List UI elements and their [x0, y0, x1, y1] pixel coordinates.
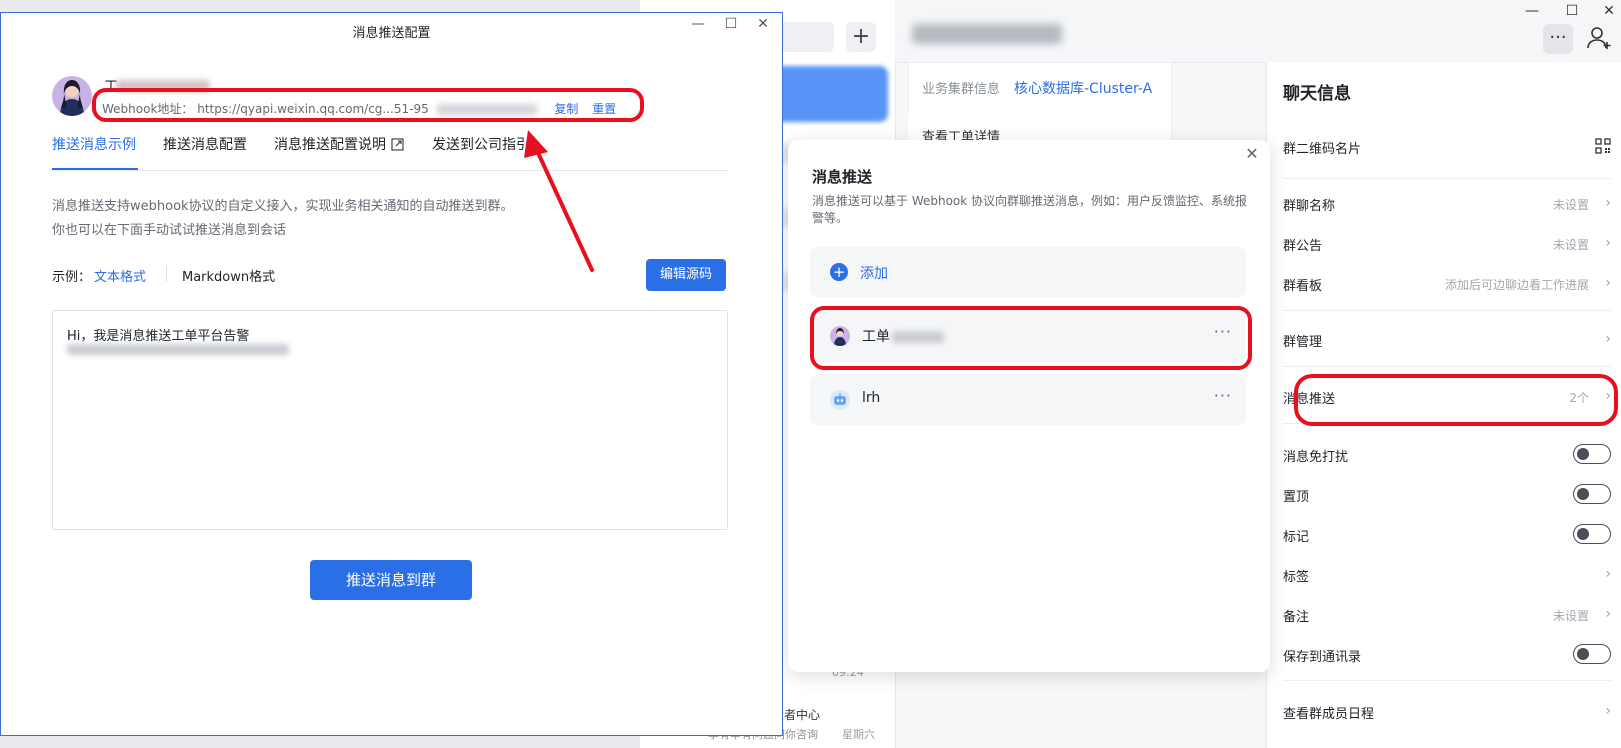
maximize-icon[interactable]: ☐ — [721, 14, 741, 34]
info-row-qr-card[interactable]: 群二维码名片 — [1283, 135, 1611, 159]
external-link-icon — [391, 138, 404, 151]
divider — [166, 266, 167, 282]
plus-circle-icon: + — [830, 263, 848, 281]
annotation-box-webhook-item — [810, 306, 1252, 370]
editor-text: Hi，我是消息推送工单平台告警 — [67, 329, 250, 344]
example-text-format[interactable]: 文本格式 — [94, 266, 146, 285]
row-label: 保存到通讯录 — [1283, 650, 1362, 665]
webhook-name: lrh — [862, 390, 881, 406]
card-link[interactable]: 核心数据库-Cluster-A — [1014, 78, 1152, 98]
chevron-right-icon: › — [1605, 331, 1611, 347]
close-icon[interactable]: ✕ — [1242, 144, 1262, 164]
minimize-icon[interactable]: — — [688, 14, 708, 34]
chevron-right-icon: › — [1605, 235, 1611, 251]
chevron-right-icon: › — [1605, 195, 1611, 211]
popup-description: 消息推送可以基于 Webhook 协议向群聊推送消息，例如：用户反馈监控、系统报… — [812, 194, 1248, 225]
row-value: 未设置 — [1552, 238, 1589, 252]
add-webhook-button[interactable]: + 添加 — [810, 246, 1246, 298]
info-row-member-schedule[interactable]: 查看群成员日程 › — [1283, 700, 1611, 724]
row-label: 标记 — [1283, 530, 1310, 545]
tab-push-config-guide[interactable]: 消息推送配置说明 — [274, 134, 404, 154]
row-value: 未设置 — [1552, 198, 1589, 212]
mute-toggle[interactable] — [1573, 444, 1611, 464]
robot-icon — [830, 390, 850, 410]
row-label: 备注 — [1283, 610, 1310, 625]
close-icon[interactable]: ✕ — [753, 14, 773, 34]
info-row-tags[interactable]: 标签 › — [1283, 563, 1611, 587]
chevron-right-icon: › — [1605, 606, 1611, 622]
chevron-right-icon: › — [1605, 703, 1611, 719]
tab-label: 消息推送配置说明 — [274, 137, 386, 153]
row-label: 群看板 — [1283, 279, 1323, 294]
chevron-right-icon: › — [1605, 275, 1611, 291]
description-line: 你也可以在下面手动试试推送消息到会话 — [52, 223, 287, 238]
chevron-right-icon: › — [1605, 566, 1611, 582]
row-label: 查看群成员日程 — [1283, 707, 1375, 722]
divider — [1283, 366, 1611, 367]
minimize-icon[interactable]: — — [1523, 2, 1541, 20]
info-row-remark[interactable]: 备注 未设置 › — [1283, 603, 1611, 627]
window-title: 消息推送配置 — [352, 26, 431, 41]
redacted-text — [67, 344, 289, 355]
example-markdown-format[interactable]: Markdown格式 — [182, 266, 275, 285]
row-label: 消息免打扰 — [1283, 450, 1349, 465]
row-label: 置顶 — [1283, 490, 1310, 505]
description-line: 消息推送支持webhook协议的自定义接入，实现业务相关通知的自动推送到群。 — [52, 199, 514, 214]
save-contacts-toggle[interactable] — [1573, 644, 1611, 664]
row-label: 群管理 — [1283, 335, 1323, 350]
edit-source-button[interactable]: 编辑源码 — [646, 259, 726, 291]
more-button[interactable]: ··· — [1543, 24, 1573, 54]
example-label: 示例： — [52, 270, 92, 285]
mark-toggle[interactable] — [1573, 524, 1611, 544]
tab-send-to-company-guide[interactable]: 发送到公司指引 — [432, 134, 530, 154]
maximize-icon[interactable]: ☐ — [1563, 2, 1581, 20]
info-row-group-name[interactable]: 群聊名称 未设置 › — [1283, 192, 1611, 216]
close-icon[interactable]: ✕ — [1600, 2, 1618, 20]
more-icon[interactable]: ··· — [1214, 386, 1232, 405]
push-message-button[interactable]: 推送消息到群 — [310, 560, 472, 600]
info-row-save-contacts[interactable]: 保存到通讯录 — [1283, 643, 1611, 667]
tab-push-example[interactable]: 推送消息示例 — [52, 134, 136, 154]
card-label: 业务集群信息 — [922, 82, 1001, 97]
chat-info-title: 聊天信息 — [1283, 84, 1351, 104]
selected-conversation[interactable] — [770, 66, 888, 122]
row-value: 未设置 — [1552, 609, 1589, 623]
annotation-box-webhook — [92, 88, 644, 122]
info-row-announcement[interactable]: 群公告 未设置 › — [1283, 232, 1611, 256]
webhook-item[interactable]: lrh ··· — [810, 374, 1246, 426]
plus-button[interactable]: + — [846, 22, 876, 52]
tab-push-config[interactable]: 推送消息配置 — [163, 134, 247, 154]
info-row-pin[interactable]: 置顶 — [1283, 483, 1611, 507]
row-label: 标签 — [1283, 570, 1310, 585]
config-description: 消息推送支持webhook协议的自定义接入，实现业务相关通知的自动推送到群。 你… — [52, 195, 514, 243]
row-label: 群二维码名片 — [1283, 142, 1362, 157]
add-member-icon[interactable] — [1585, 24, 1613, 52]
info-row-mark[interactable]: 标记 — [1283, 523, 1611, 547]
timestamp: 星期六 — [842, 728, 875, 741]
divider — [52, 170, 728, 171]
row-label: 群公告 — [1283, 239, 1323, 254]
info-row-board[interactable]: 群看板 添加后可边聊边看工作进展 › — [1283, 272, 1611, 296]
divider — [1283, 178, 1611, 179]
add-label: 添加 — [860, 266, 888, 282]
pin-toggle[interactable] — [1573, 484, 1611, 504]
info-row-mute[interactable]: 消息免打扰 — [1283, 443, 1611, 467]
bot-avatar — [52, 76, 92, 116]
row-label: 群聊名称 — [1283, 199, 1336, 214]
qr-code-icon — [1595, 138, 1611, 154]
divider — [1283, 680, 1611, 681]
popup-title: 消息推送 — [812, 168, 873, 186]
chat-title-redacted — [912, 24, 1062, 44]
annotation-box-message-push — [1294, 374, 1618, 426]
row-value: 添加后可边聊边看工作进展 — [1444, 278, 1589, 292]
divider — [1283, 310, 1611, 311]
annotation-arrow — [520, 128, 600, 274]
info-row-group-manage[interactable]: 群管理 › — [1283, 328, 1611, 352]
